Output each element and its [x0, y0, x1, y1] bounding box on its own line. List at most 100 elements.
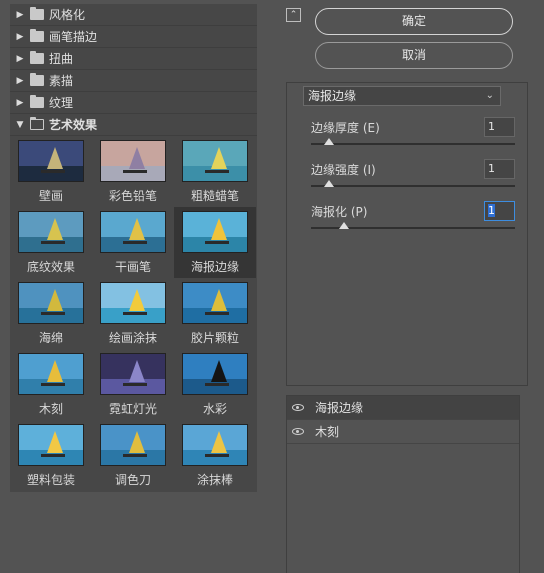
filter-thumbnail[interactable]: 绘画涂抹 — [92, 278, 174, 349]
triangle-right-icon: ▶ — [16, 53, 24, 64]
filter-thumbnail-label: 干画笔 — [114, 260, 151, 274]
filter-thumbnail[interactable]: 调色刀 — [92, 420, 174, 491]
folder-open-icon — [29, 116, 44, 130]
chevron-up-icon: ⌃ — [289, 10, 298, 20]
category-row[interactable]: ▼ 艺术效果 — [10, 114, 257, 136]
category-label: 纹理 — [49, 96, 74, 110]
parameter-slider-thumb[interactable] — [338, 222, 349, 229]
filter-gallery-panel: ▶ 风格化 ▶ 画笔描边 ▶ 扭曲 ▶ 素描 ▶ 纹理 ▼ 艺术效果 壁画 彩色铅笔 粗糙蜡笔底纹效果 干画… — [0, 0, 272, 573]
effect-layer-name: 木刻 — [315, 425, 340, 439]
filter-thumbnail-label: 粗糙蜡笔 — [190, 189, 239, 203]
filter-gallery: ▶ 风格化 ▶ 画笔描边 ▶ 扭曲 ▶ 素描 ▶ 纹理 ▼ 艺术效果 壁画 彩色铅笔 粗糙蜡笔底纹效果 干画… — [10, 4, 257, 492]
filter-thumbnail[interactable]: 壁画 — [10, 136, 92, 207]
effect-layer-list: 海报边缘 木刻 — [286, 395, 520, 573]
filter-thumbnail[interactable]: 胶片颗粒 — [174, 278, 256, 349]
filter-preview-image — [100, 353, 166, 395]
filter-thumbnail-label: 海绵 — [38, 331, 63, 345]
folder-icon — [30, 51, 44, 64]
filter-preview-image — [18, 282, 84, 324]
filter-thumbnail-label: 调色刀 — [114, 473, 151, 487]
filter-thumbnail-label: 涂抹棒 — [196, 473, 233, 487]
category-label: 艺术效果 — [49, 118, 98, 132]
category-row[interactable]: ▶ 纹理 — [10, 92, 257, 114]
filter-preview-image — [18, 140, 84, 182]
filter-preview-image — [18, 353, 84, 395]
parameter-value-input[interactable]: 1 — [484, 159, 515, 179]
effect-layer-row[interactable]: 木刻 — [287, 420, 519, 444]
triangle-down-icon: ▼ — [16, 119, 24, 130]
category-row[interactable]: ▶ 画笔描边 — [10, 26, 257, 48]
filter-thumbnail[interactable]: 底纹效果 — [10, 207, 92, 278]
filter-preview-image — [182, 211, 248, 253]
parameter-control: 边缘强度 (I) 1 — [311, 159, 515, 187]
parameter-value: 1 — [488, 162, 495, 175]
filter-thumbnail-label: 底纹效果 — [26, 260, 75, 274]
cancel-button[interactable]: 取消 — [315, 42, 513, 69]
filter-thumbnail[interactable]: 海绵 — [10, 278, 92, 349]
eye-icon[interactable] — [287, 396, 309, 420]
triangle-right-icon: ▶ — [16, 75, 24, 86]
filter-preview-image — [100, 211, 166, 253]
parameter-slider-track[interactable] — [311, 143, 515, 145]
filter-thumbnail[interactable]: 木刻 — [10, 349, 92, 420]
filter-thumbnail-label: 彩色铅笔 — [108, 189, 157, 203]
filter-select[interactable]: 海报边缘 ⌄ — [303, 86, 501, 106]
category-label: 扭曲 — [49, 52, 74, 66]
eye-icon[interactable] — [287, 420, 309, 444]
category-label: 素描 — [49, 74, 74, 88]
parameter-value-input[interactable]: 1 — [484, 117, 515, 137]
filter-thumbnail[interactable]: 干画笔 — [92, 207, 174, 278]
filter-thumbnail[interactable]: 水彩 — [174, 349, 256, 420]
parameter-slider-thumb[interactable] — [324, 138, 335, 145]
filter-thumbnail[interactable]: 海报边缘 — [174, 207, 256, 278]
filter-thumbnail[interactable]: 塑料包装 — [10, 420, 92, 491]
parameter-slider-track[interactable] — [311, 185, 515, 187]
folder-icon — [30, 29, 44, 42]
filter-thumbnail[interactable]: 涂抹棒 — [174, 420, 256, 491]
filter-thumbnail-label: 霓虹灯光 — [108, 402, 157, 416]
ok-button[interactable]: 确定 — [315, 8, 513, 35]
folder-icon — [30, 7, 44, 20]
filter-preview-image — [18, 424, 84, 466]
parameter-control: 边缘厚度 (E) 1 — [311, 117, 515, 145]
folder-icon — [30, 73, 44, 86]
filter-select-value: 海报边缘 — [308, 89, 357, 103]
category-label: 画笔描边 — [49, 30, 98, 44]
category-row[interactable]: ▶ 素描 — [10, 70, 257, 92]
effect-layer-row[interactable]: 海报边缘 — [287, 396, 519, 420]
category-row[interactable]: ▶ 扭曲 — [10, 48, 257, 70]
filter-thumbnail-grid: 壁画 彩色铅笔 粗糙蜡笔底纹效果 干画笔 海报边缘海绵 绘画涂抹 胶片颗粒木刻 霓虹灯光 水彩塑… — [10, 136, 257, 491]
collapse-gallery-button[interactable]: ⌃ — [286, 8, 301, 22]
filter-thumbnail[interactable]: 霓虹灯光 — [92, 349, 174, 420]
filter-preview-image — [182, 424, 248, 466]
parameter-control: 海报化 (P) 1 — [311, 201, 515, 229]
filter-thumbnail-label: 塑料包装 — [26, 473, 75, 487]
filter-thumbnail[interactable]: 粗糙蜡笔 — [174, 136, 256, 207]
filter-thumbnail-label: 绘画涂抹 — [108, 331, 157, 345]
chevron-down-icon: ⌄ — [485, 90, 494, 101]
filter-thumbnail[interactable]: 彩色铅笔 — [92, 136, 174, 207]
parameter-value: 1 — [488, 204, 495, 217]
parameter-value-input[interactable]: 1 — [484, 201, 515, 221]
filter-settings-panel: 海报边缘 ⌄ 边缘厚度 (E) 1 边缘强度 (I) 1 海报化 (P) 1 — [286, 82, 528, 386]
category-label: 风格化 — [49, 8, 86, 22]
filter-thumbnail-label: 水彩 — [202, 402, 227, 416]
filter-preview-image — [18, 211, 84, 253]
filter-thumbnail-label: 胶片颗粒 — [190, 331, 239, 345]
triangle-right-icon: ▶ — [16, 9, 24, 20]
effect-layer-name: 海报边缘 — [315, 401, 364, 415]
filter-preview-image — [182, 140, 248, 182]
category-row[interactable]: ▶ 风格化 — [10, 4, 257, 26]
filter-preview-image — [100, 424, 166, 466]
filter-preview-image — [100, 140, 166, 182]
triangle-right-icon: ▶ — [16, 31, 24, 42]
parameter-value: 1 — [488, 120, 495, 133]
filter-thumbnail-label: 壁画 — [38, 189, 63, 203]
category-list: ▶ 风格化 ▶ 画笔描边 ▶ 扭曲 ▶ 素描 ▶ 纹理 ▼ 艺术效果 — [10, 4, 257, 136]
filter-preview-image — [182, 282, 248, 324]
triangle-right-icon: ▶ — [16, 97, 24, 108]
filter-thumbnail-label: 木刻 — [38, 402, 63, 416]
filter-preview-image — [182, 353, 248, 395]
folder-icon — [30, 95, 44, 108]
parameter-slider-thumb[interactable] — [324, 180, 335, 187]
